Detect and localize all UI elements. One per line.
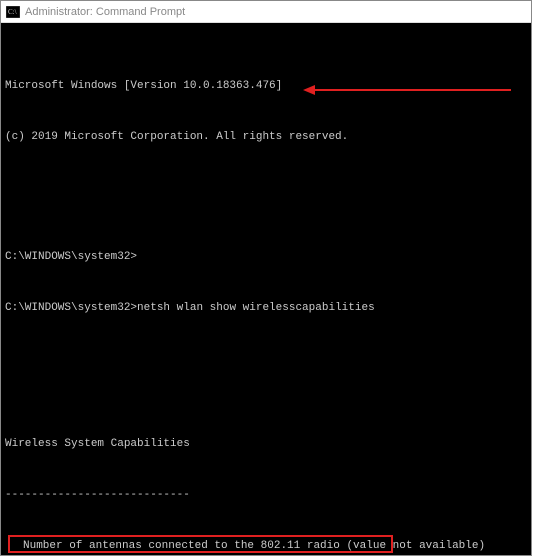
prompt-blank: C:\WINDOWS\system32> <box>5 249 529 266</box>
svg-text:C:\: C:\ <box>8 8 17 16</box>
antenna-line: Number of antennas connected to the 802.… <box>5 538 529 555</box>
command-text: netsh wlan show wirelesscapabilities <box>137 302 375 314</box>
cmd-icon: C:\ <box>6 6 20 18</box>
version-line: Microsoft Windows [Version 10.0.18363.47… <box>5 78 529 95</box>
titlebar[interactable]: C:\ Administrator: Command Prompt <box>1 1 531 23</box>
prompt-path: C:\WINDOWS\system32> <box>5 251 137 263</box>
prompt-command: C:\WINDOWS\system32>netsh wlan show wire… <box>5 300 529 317</box>
blank-line <box>5 368 529 385</box>
blank-line <box>5 180 529 197</box>
prompt-path: C:\WINDOWS\system32> <box>5 302 137 314</box>
command-prompt-window: C:\ Administrator: Command Prompt Micros… <box>0 0 532 556</box>
section-divider: ---------------------------- <box>5 487 529 504</box>
terminal-output[interactable]: Microsoft Windows [Version 10.0.18363.47… <box>1 23 531 555</box>
copyright-line: (c) 2019 Microsoft Corporation. All righ… <box>5 129 529 146</box>
window-title: Administrator: Command Prompt <box>25 6 185 18</box>
section-sys-caps-title: Wireless System Capabilities <box>5 436 529 453</box>
